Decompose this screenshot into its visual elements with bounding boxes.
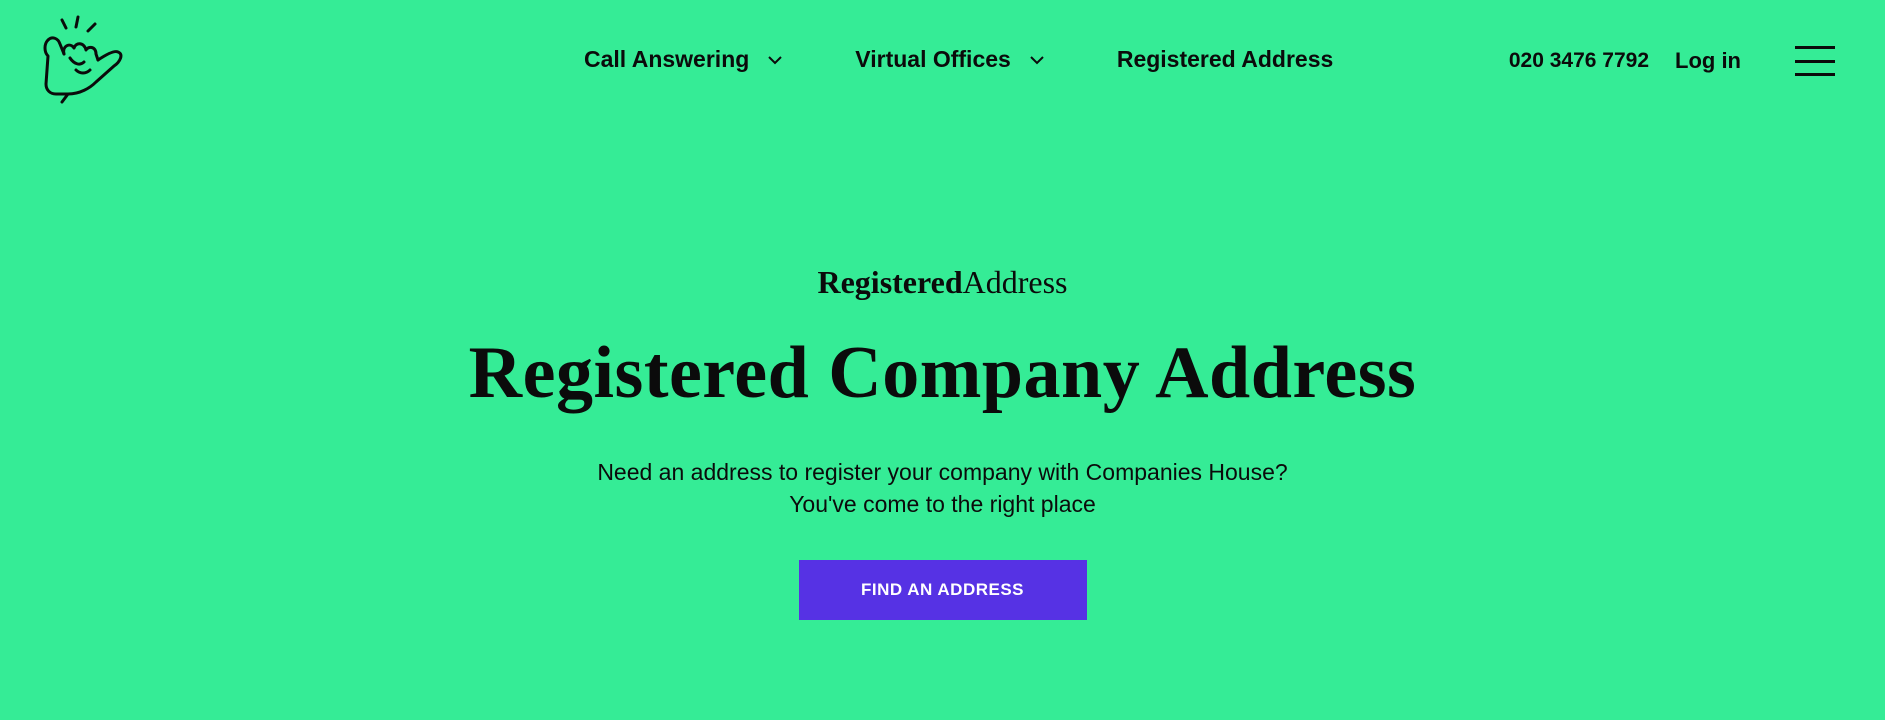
nav-call-answering[interactable]: Call Answering bbox=[584, 46, 783, 73]
nav-virtual-offices[interactable]: Virtual Offices bbox=[855, 46, 1045, 73]
login-link[interactable]: Log in bbox=[1675, 48, 1741, 74]
nav-call-answering-label: Call Answering bbox=[584, 46, 750, 72]
hero-subtitle-line-2: You've come to the right place bbox=[789, 491, 1096, 517]
phone-link[interactable]: 020 3476 7792 bbox=[1509, 49, 1649, 73]
main-nav: Call Answering Virtual Offices Registere… bbox=[584, 46, 1333, 73]
brand-label: RegisteredAddress bbox=[0, 258, 1885, 306]
header-right: 020 3476 7792 Log in bbox=[1509, 46, 1885, 76]
site-header: Call Answering Virtual Offices Registere… bbox=[0, 0, 1885, 124]
nav-registered-address[interactable]: Registered Address bbox=[1117, 46, 1333, 73]
nav-virtual-offices-label: Virtual Offices bbox=[855, 46, 1011, 72]
find-address-button[interactable]: FIND AN ADDRESS bbox=[798, 560, 1087, 620]
hero-subtitle-line-1: Need an address to register your company… bbox=[597, 459, 1288, 485]
brand-light: Address bbox=[962, 264, 1068, 300]
hero-section: RegisteredAddress Registered Company Add… bbox=[0, 258, 1885, 620]
chevron-down-icon bbox=[1030, 55, 1044, 64]
chevron-down-icon bbox=[768, 55, 783, 64]
hero-subtitle: Need an address to register your company… bbox=[0, 456, 1885, 520]
shaka-hand-icon[interactable] bbox=[40, 14, 126, 106]
nav-registered-address-label: Registered Address bbox=[1116, 46, 1334, 72]
page-title: Registered Company Address bbox=[468, 332, 1417, 414]
brand-bold: Registered bbox=[817, 264, 963, 300]
hamburger-icon[interactable] bbox=[1795, 46, 1835, 76]
